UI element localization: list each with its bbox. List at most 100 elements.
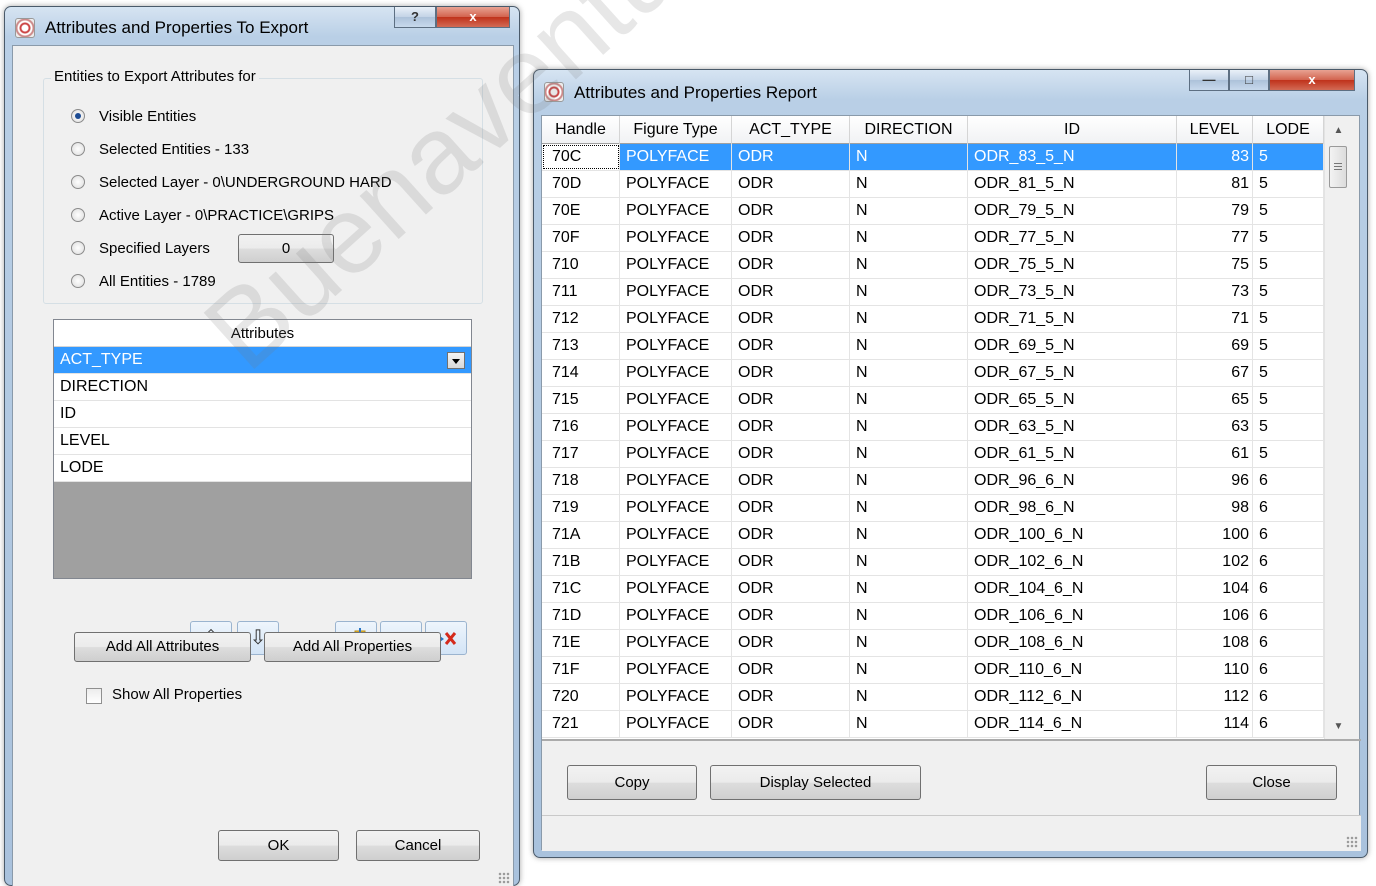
table-row[interactable]: 711 POLYFACE ODR N ODR_73_5_N 73 5 (542, 279, 1324, 306)
add-all-attributes-button[interactable]: Add All Attributes (74, 632, 251, 662)
radio-specified-layers[interactable]: Specified Layers (71, 237, 210, 259)
resize-grip-icon[interactable] (498, 872, 510, 884)
table-cell: 77 (1177, 225, 1253, 251)
attribute-row[interactable]: ID (54, 401, 471, 428)
table-cell: 720 (542, 684, 620, 710)
table-cell: 5 (1253, 387, 1324, 413)
table-cell: 714 (542, 360, 620, 386)
maximize-icon[interactable]: □ (1229, 70, 1269, 91)
display-selected-button[interactable]: Display Selected (710, 765, 921, 800)
table-cell: POLYFACE (620, 522, 732, 548)
radio-all-entities[interactable]: All Entities - 1789 (71, 270, 216, 292)
copy-button[interactable]: Copy (567, 765, 697, 800)
column-header[interactable]: LODE (1253, 116, 1324, 144)
chevron-down-icon[interactable] (447, 352, 465, 369)
table-cell: 5 (1253, 171, 1324, 197)
table-row[interactable]: 720 POLYFACE ODR N ODR_112_6_N 112 6 (542, 684, 1324, 711)
table-row[interactable]: 719 POLYFACE ODR N ODR_98_6_N 98 6 (542, 495, 1324, 522)
ok-button[interactable]: OK (218, 830, 339, 861)
radio-selected-entities[interactable]: Selected Entities - 133 (71, 138, 249, 160)
radio-label: Specified Layers (99, 239, 210, 257)
table-row[interactable]: 71C POLYFACE ODR N ODR_104_6_N 104 6 (542, 576, 1324, 603)
table-cell: N (850, 333, 968, 359)
vertical-scrollbar[interactable]: ▲ ▼ (1324, 116, 1351, 739)
radio-button[interactable] (71, 208, 85, 222)
table-cell: ODR (732, 414, 850, 440)
export-dialog-titlebar[interactable]: Attributes and Properties To Export ? x (5, 7, 519, 43)
table-cell: ODR_108_6_N (968, 630, 1177, 656)
attribute-row[interactable]: LODE (54, 455, 471, 482)
table-row[interactable]: 71B POLYFACE ODR N ODR_102_6_N 102 6 (542, 549, 1324, 576)
table-row[interactable]: 713 POLYFACE ODR N ODR_69_5_N 69 5 (542, 333, 1324, 360)
table-cell: ODR_75_5_N (968, 252, 1177, 278)
table-row[interactable]: 716 POLYFACE ODR N ODR_63_5_N 63 5 (542, 414, 1324, 441)
column-header[interactable]: Figure Type (620, 116, 732, 144)
table-cell: N (850, 630, 968, 656)
close-icon[interactable]: x (436, 7, 510, 28)
radio-button[interactable] (71, 175, 85, 189)
table-cell: ODR_110_6_N (968, 657, 1177, 683)
resize-grip-icon[interactable] (1346, 836, 1358, 848)
table-row[interactable]: 715 POLYFACE ODR N ODR_65_5_N 65 5 (542, 387, 1324, 414)
table-cell: ODR (732, 198, 850, 224)
minimize-icon[interactable]: — (1189, 70, 1229, 91)
add-all-properties-button[interactable]: Add All Properties (264, 632, 441, 662)
help-button[interactable]: ? (394, 7, 436, 28)
scroll-down-icon[interactable]: ▼ (1325, 716, 1352, 738)
table-row[interactable]: 717 POLYFACE ODR N ODR_61_5_N 61 5 (542, 441, 1324, 468)
column-header[interactable]: LEVEL (1177, 116, 1253, 144)
column-header[interactable]: DIRECTION (850, 116, 968, 144)
table-cell: ODR_63_5_N (968, 414, 1177, 440)
app-icon (544, 82, 564, 102)
table-row[interactable]: 71A POLYFACE ODR N ODR_100_6_N 100 6 (542, 522, 1324, 549)
table-row[interactable]: 714 POLYFACE ODR N ODR_67_5_N 67 5 (542, 360, 1324, 387)
table-cell: ODR_114_6_N (968, 711, 1177, 737)
column-header[interactable]: ID (968, 116, 1177, 144)
cancel-button[interactable]: Cancel (356, 830, 480, 861)
specified-layers-button[interactable]: 0 (238, 234, 334, 263)
table-cell: ODR (732, 360, 850, 386)
radio-label: Visible Entities (99, 107, 197, 125)
column-header[interactable]: ACT_TYPE (732, 116, 850, 144)
attribute-row[interactable]: DIRECTION (54, 374, 471, 401)
radio-active-layer[interactable]: Active Layer - 0\PRACTICE\GRIPS (71, 204, 334, 226)
table-cell: POLYFACE (620, 441, 732, 467)
scroll-up-icon[interactable]: ▲ (1325, 120, 1352, 142)
attribute-row[interactable]: LEVEL (54, 428, 471, 455)
table-cell: 65 (1177, 387, 1253, 413)
radio-selected-layer[interactable]: Selected Layer - 0\UNDERGROUND HARD (71, 171, 392, 193)
close-icon[interactable]: x (1269, 70, 1355, 91)
report-grid[interactable]: Handle Figure Type ACT_TYPE DIRECTION ID LEVE… (542, 116, 1324, 739)
table-cell: N (850, 144, 968, 170)
table-row[interactable]: 71E POLYFACE ODR N ODR_108_6_N 108 6 (542, 630, 1324, 657)
table-row[interactable]: 721 POLYFACE ODR N ODR_114_6_N 114 6 (542, 711, 1324, 738)
close-button[interactable]: Close (1206, 765, 1337, 800)
table-row[interactable]: 70E POLYFACE ODR N ODR_79_5_N 79 5 (542, 198, 1324, 225)
radio-button[interactable] (71, 109, 85, 123)
table-row[interactable]: 71F POLYFACE ODR N ODR_110_6_N 110 6 (542, 657, 1324, 684)
table-row[interactable]: 718 POLYFACE ODR N ODR_96_6_N 96 6 (542, 468, 1324, 495)
scroll-thumb[interactable] (1329, 146, 1347, 188)
table-row[interactable]: 710 POLYFACE ODR N ODR_75_5_N 75 5 (542, 252, 1324, 279)
radio-button[interactable] (71, 241, 85, 255)
table-row[interactable]: 70D POLYFACE ODR N ODR_81_5_N 81 5 (542, 171, 1324, 198)
table-cell: N (850, 441, 968, 467)
report-titlebar[interactable]: Attributes and Properties Report — □ x (534, 70, 1367, 114)
radio-button[interactable] (71, 142, 85, 156)
table-row[interactable]: 70F POLYFACE ODR N ODR_77_5_N 77 5 (542, 225, 1324, 252)
table-cell: ODR_100_6_N (968, 522, 1177, 548)
table-row[interactable]: 71D POLYFACE ODR N ODR_106_6_N 106 6 (542, 603, 1324, 630)
radio-button[interactable] (71, 274, 85, 288)
attribute-row[interactable]: ACT_TYPE (54, 347, 471, 374)
table-cell: ODR_71_5_N (968, 306, 1177, 332)
table-cell: 108 (1177, 630, 1253, 656)
radio-visible-entities[interactable]: Visible Entities (71, 105, 196, 127)
attributes-list[interactable]: Attributes ACT_TYPE DIRECTION ID LEVEL L… (53, 319, 472, 579)
table-row[interactable]: 70C POLYFACE ODR N ODR_83_5_N 83 5 (542, 144, 1324, 171)
column-header[interactable]: Handle (542, 116, 620, 144)
show-all-properties-checkbox[interactable] (86, 688, 102, 704)
table-cell: 70F (542, 225, 620, 251)
table-cell: N (850, 360, 968, 386)
table-cell: ODR (732, 630, 850, 656)
table-row[interactable]: 712 POLYFACE ODR N ODR_71_5_N 71 5 (542, 306, 1324, 333)
